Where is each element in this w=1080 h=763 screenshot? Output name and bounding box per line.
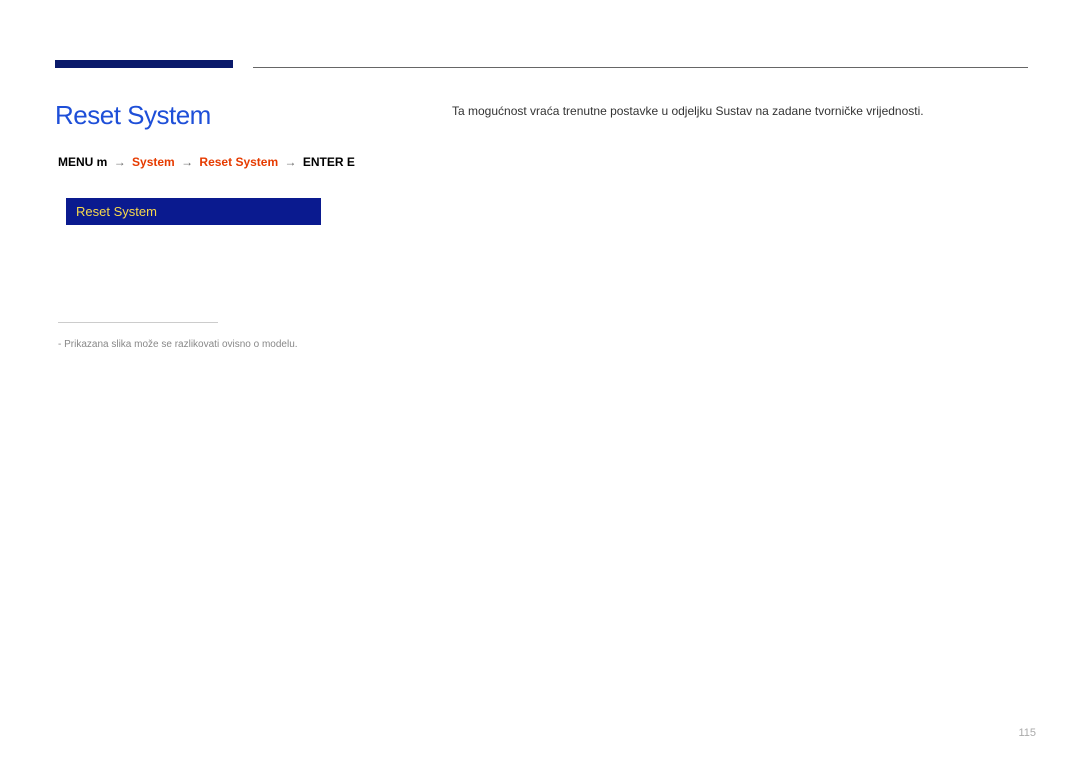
menu-item-selected: Reset System [66, 198, 321, 225]
arrow-icon: → [181, 155, 193, 169]
menu-item-label: Reset System [76, 204, 157, 219]
arrow-icon: → [284, 155, 296, 169]
breadcrumb-system: System [132, 155, 175, 169]
description-text: Ta mogućnost vraća trenutne postavke u o… [452, 104, 924, 118]
footnote-divider [58, 322, 218, 323]
ui-screenshot: Reset System [66, 198, 321, 225]
breadcrumb-enter: ENTER E [303, 155, 355, 169]
breadcrumb-menu: MENU m [58, 155, 107, 169]
arrow-icon: → [114, 155, 126, 169]
menu-list: Reset System [66, 198, 321, 225]
breadcrumb-reset: Reset System [199, 155, 278, 169]
breadcrumb: MENU m → System → Reset System → ENTER E [58, 155, 355, 169]
page-number: 115 [1018, 727, 1036, 739]
header-divider-line [253, 67, 1028, 68]
page-title: Reset System [55, 100, 211, 131]
footnote-text: - Prikazana slika može se razlikovati ov… [58, 339, 298, 350]
header-accent-bar [55, 60, 233, 68]
